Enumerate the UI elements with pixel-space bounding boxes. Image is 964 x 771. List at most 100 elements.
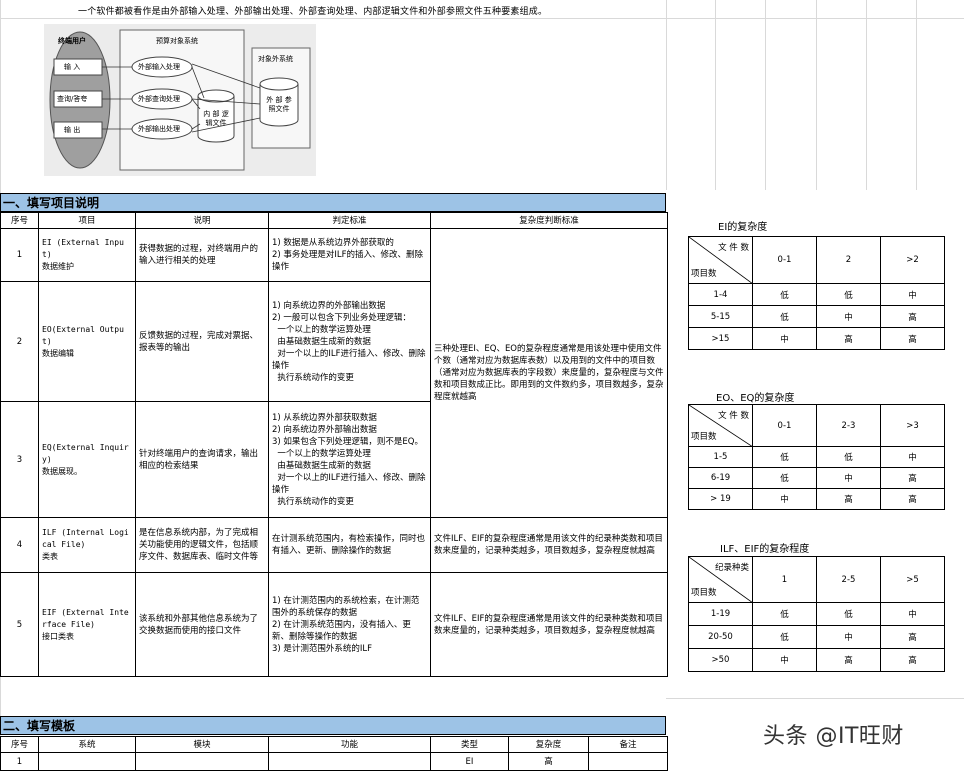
table-row: 5 EIF (External Interface File) 接口类表 该系统… <box>0 572 668 677</box>
ext-output-proc-label: 外部输出处理 <box>138 125 180 133</box>
eo-col: 0-1 <box>752 404 817 447</box>
eo-cell: 中 <box>816 467 881 489</box>
system-label: 预算对象系统 <box>156 37 198 45</box>
table-row: 4 ILF (Internal Logical File) 类表 是在信息系统内… <box>0 517 668 573</box>
ei-cell: 低 <box>752 283 817 306</box>
row-criteria: 1) 向系统边界的外部输出数据 2) 一般可以包含下列业务处理逻辑： 一个以上的… <box>268 281 431 402</box>
tpl-header-function: 功能 <box>268 736 431 753</box>
ilf-col: >5 <box>880 556 945 603</box>
ext-query-proc-label: 外部查询处理 <box>138 95 180 103</box>
eo-row-label: 6-19 <box>688 467 753 489</box>
tpl-header-complexity: 复杂度 <box>508 736 589 753</box>
grid-line <box>666 698 964 699</box>
ei-cell: 低 <box>752 305 817 328</box>
architecture-diagram: 终端用户 输 入 查询/答夸 输 出 预算对象系统 外部输入处理 外部查询处理 … <box>44 24 316 176</box>
eo-col: >3 <box>880 404 945 447</box>
row-item: EQ(External Inquiry) 数据展现。 <box>38 401 136 518</box>
template-table: 序号 系统 模块 功能 类型 复杂度 备注 1 EI 高 <box>0 736 668 771</box>
header-desc: 说明 <box>135 212 269 229</box>
eo-diagonal-header: 文 件 数 项目数 <box>688 404 753 447</box>
ei-cell: 中 <box>816 305 881 328</box>
ilf-cell: 中 <box>880 602 945 626</box>
query-label: 查询/答夸 <box>57 95 88 103</box>
ei-diagonal-header: 文 件 数 项目数 <box>688 236 753 284</box>
row-desc: 反馈数据的过程，完成对票据、报表等的输出 <box>135 281 269 402</box>
ilf-row-label: 20-50 <box>688 625 753 649</box>
ei-row: >15 中 高 高 <box>688 327 945 350</box>
eo-cell: 高 <box>880 467 945 489</box>
ei-row: 1-4 低 低 中 <box>688 283 945 306</box>
row-item: EIF (External Interface File) 接口类表 <box>38 572 136 677</box>
ei-complexity-table: 文 件 数 项目数 0-1 2 >2 1-4 低 低 中 5-15 低 中 高 … <box>688 236 945 350</box>
row-desc: 针对终端用户的查询请求，输出相应的检索结果 <box>135 401 269 518</box>
ilf-row: 1-19 低 低 中 <box>688 602 945 626</box>
template-header-row: 序号 系统 模块 功能 类型 复杂度 备注 <box>0 736 668 753</box>
section1-title: 一、填写项目说明 <box>0 193 666 212</box>
ei-diag-top: 文 件 数 <box>718 243 749 253</box>
ei-col: 0-1 <box>752 236 817 284</box>
ilf-row: >50 中 高 高 <box>688 648 945 672</box>
row-no: 2 <box>0 281 39 402</box>
eo-cell: 中 <box>880 446 945 468</box>
row-desc: 是在信息系统内部，为了完成相关功能使用的逻辑文件，包括顺序文件、数据库表、临时文… <box>135 517 269 573</box>
eo-row: 6-19 低 中 高 <box>688 467 945 489</box>
ei-col: >2 <box>880 236 945 284</box>
grid-line <box>816 0 817 190</box>
eo-table-title: EO、EQ的复杂度 <box>716 393 795 404</box>
ilf-cell: 高 <box>816 648 881 672</box>
ilf-row-label: >50 <box>688 648 753 672</box>
eo-row: 1-5 低 低 中 <box>688 446 945 468</box>
header-criteria: 判定标准 <box>268 212 431 229</box>
ilf-col: 2-5 <box>816 556 881 603</box>
header-no: 序号 <box>0 212 39 229</box>
end-user-label: 终端用户 <box>58 37 86 45</box>
ilf-row: 20-50 低 中 高 <box>688 625 945 649</box>
ei-row-label: >15 <box>688 327 753 350</box>
row-item: EI (External Input) 数据维护 <box>38 228 136 282</box>
ei-diag-bottom: 项目数 <box>691 269 717 279</box>
table-row: 1 EI (External Input) 数据维护 获得数据的过程，对终端用户… <box>0 228 668 518</box>
ei-cell: 中 <box>880 283 945 306</box>
ilf-col: 1 <box>752 556 817 603</box>
row-no: 5 <box>0 572 39 677</box>
ilf-table-title: ILF、EIF的复杂程度 <box>720 544 810 555</box>
section2-title: 二、填写模板 <box>0 716 666 735</box>
ei-row-label: 1-4 <box>688 283 753 306</box>
eo-eq-complexity-table: 文 件 数 项目数 0-1 2-3 >3 1-5 低 低 中 6-19 低 中 … <box>688 404 945 510</box>
ilf-cell: 低 <box>816 602 881 626</box>
eo-row: > 19 中 高 高 <box>688 488 945 510</box>
ilf-header-row: 纪录种类 项目数 1 2-5 >5 <box>688 556 945 603</box>
grid-line <box>715 0 716 190</box>
input-label: 输 入 <box>64 63 81 71</box>
ilf-row-label: 1-19 <box>688 602 753 626</box>
eo-cell: 中 <box>752 488 817 510</box>
eo-row-label: > 19 <box>688 488 753 510</box>
row-no: 3 <box>0 401 39 518</box>
ilf-cell: 低 <box>752 625 817 649</box>
ei-row-label: 5-15 <box>688 305 753 328</box>
eo-cell: 高 <box>816 488 881 510</box>
header-complexity: 复杂度判断标准 <box>430 212 668 229</box>
internal-file-label: 内 部 逻辑文件 <box>203 110 229 127</box>
ext-file-label: 外 部 参照文件 <box>266 96 292 113</box>
tpl-header-remark: 备注 <box>588 736 668 753</box>
row-desc: 获得数据的过程，对终端用户的输入进行相关的处理 <box>135 228 269 282</box>
ei-cell: 低 <box>816 283 881 306</box>
eo-diag-bottom: 项目数 <box>691 432 717 442</box>
row-item: EO(External Output) 数据编辑 <box>38 281 136 402</box>
tpl-header-system: 系统 <box>38 736 136 753</box>
ilf-cell: 中 <box>752 648 817 672</box>
eo-cell: 低 <box>816 446 881 468</box>
tpl-header-type: 类型 <box>430 736 509 753</box>
complexity-merged: 三种处理EI、EQ、EO的复杂程度通常是用该处理中使用文件个数（通常对应为数据库… <box>430 228 668 518</box>
row-criteria: 1) 在计测范围内的系统检索，在计测范围外的系统保存的数据 2) 在计测系统范围… <box>268 572 431 677</box>
ilf-diag-bottom: 项目数 <box>691 588 717 598</box>
ilf-cell: 高 <box>880 625 945 649</box>
header-item: 项目 <box>38 212 136 229</box>
grid-line <box>866 0 867 190</box>
row-complexity: 文件ILF、EIF的复杂程度通常是用该文件的纪录种类数和项目数来度量的，记录种类… <box>430 572 668 677</box>
row-criteria: 1) 从系统边界外部获取数据 2) 向系统边界外部输出数据 3) 如果包含下列处… <box>268 401 431 518</box>
row-desc: 该系统和外部其他信息系统为了交换数据而使用的接口文件 <box>135 572 269 677</box>
tpl-header-no: 序号 <box>0 736 39 753</box>
eo-col: 2-3 <box>816 404 881 447</box>
